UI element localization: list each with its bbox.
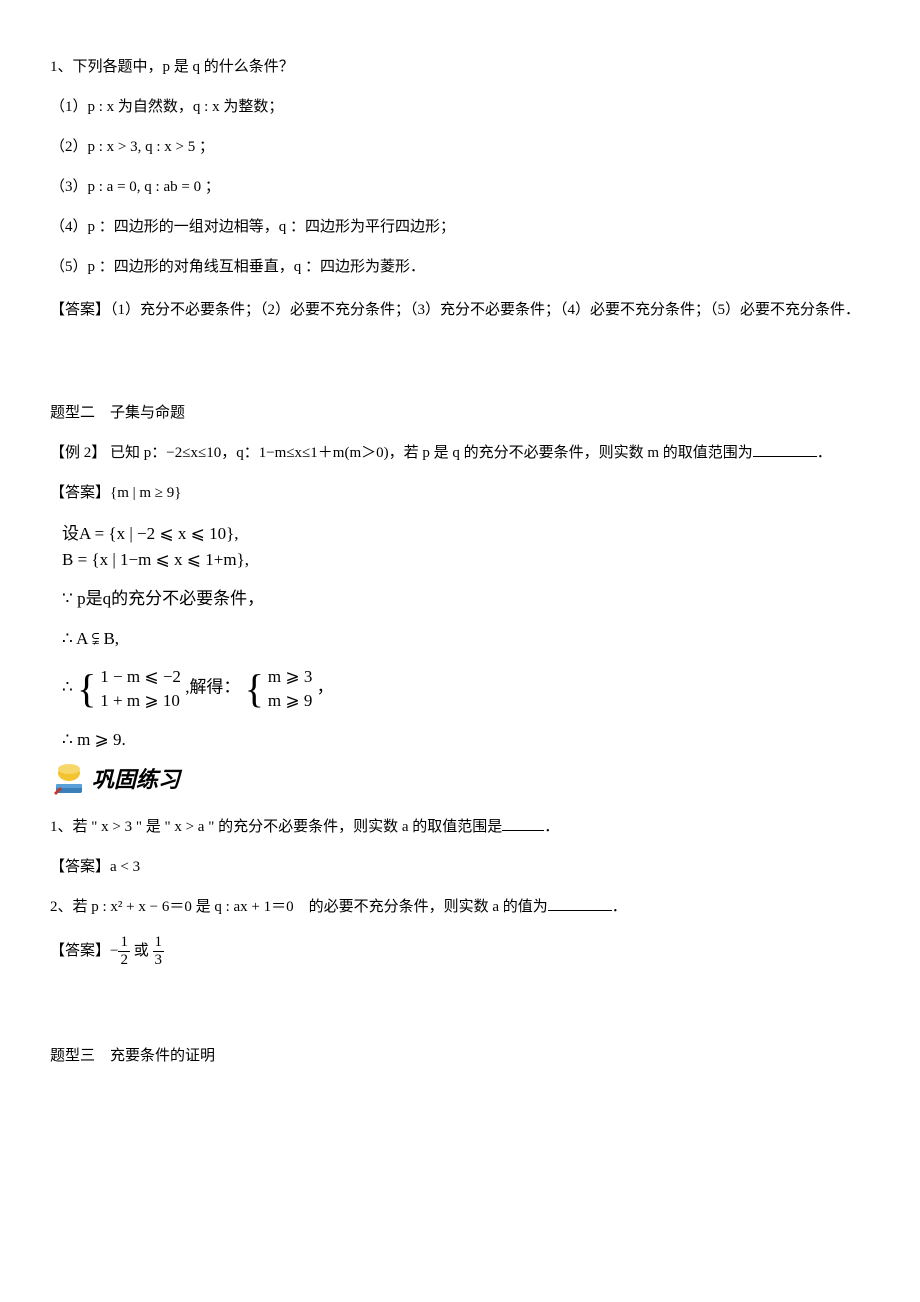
p1-suffix: ． bbox=[544, 819, 559, 835]
ex2-body: 已知 p：−2≤x≤10，q：1−m≤x≤1＋m(m＞0)，若 p 是 q 的充… bbox=[110, 445, 753, 461]
practice-2: 2、若 p : x² + x − 6＝0 是 q : ax + 1＝0 的必要不… bbox=[50, 895, 870, 919]
p1-answer: 【答案】a < 3 bbox=[50, 855, 870, 879]
ex2-suffix: ． bbox=[817, 445, 832, 461]
section3-title: 题型三 充要条件的证明 bbox=[50, 1044, 870, 1068]
q1-opt5: （5）p ：四边形的对角线互相垂直，q ：四边形为菱形． bbox=[50, 255, 870, 279]
q1-opt1: （1）p : x 为自然数，q : x 为整数； bbox=[50, 95, 870, 119]
solution-step-1: 设A = {x | −2 ⩽ x ⩽ 10}, B = {x | 1−m ⩽ x… bbox=[62, 521, 870, 572]
answer-label: 【答案】 bbox=[50, 943, 110, 959]
frac1-den: 2 bbox=[118, 951, 130, 968]
solution-step-3: ∴ A ⫋ B, bbox=[62, 626, 870, 652]
p2-suffix: ． bbox=[612, 899, 627, 915]
practice-1: 1、若 " x > 3 " 是 " x > a " 的充分不必要条件，则实数 a… bbox=[50, 815, 870, 839]
fraction-1: 12 bbox=[118, 935, 130, 968]
p2-neg: − bbox=[110, 943, 118, 959]
solution-step-5: ∴ m ⩾ 9. bbox=[62, 727, 870, 753]
answer-label: 【答案】 bbox=[50, 485, 110, 501]
sol4-mid: ,解得： bbox=[185, 678, 240, 697]
solution-step-4: ∴ { 1 − m ⩽ −2 1 + m ⩾ 10 ,解得： { m ⩾ 3 m… bbox=[62, 665, 870, 713]
p1-body: 1、若 " x > 3 " 是 " x > a " 的充分不必要条件，则实数 a… bbox=[50, 819, 502, 835]
p2-mid: 或 bbox=[130, 943, 153, 959]
sys-row-2: 1 + m ⩾ 10 bbox=[100, 689, 181, 713]
frac2-num: 1 bbox=[153, 935, 165, 951]
solution-step-2: ∵ p是q的充分不必要条件， bbox=[62, 586, 870, 612]
sol-line-1a: 设A = {x | −2 ⩽ x ⩽ 10}, bbox=[62, 521, 870, 547]
q1-opt3: （3）p : a = 0, q : ab = 0 ； bbox=[50, 175, 870, 199]
brace-icon: { bbox=[77, 669, 96, 709]
frac1-num: 1 bbox=[118, 935, 130, 951]
section2-title: 题型二 子集与命题 bbox=[50, 401, 870, 425]
ex2-label: 【例 2】 bbox=[50, 445, 106, 461]
blank-field bbox=[753, 442, 817, 457]
sys-row-3: m ⩾ 3 bbox=[268, 665, 312, 689]
sol-line-1b: B = {x | 1−m ⩽ x ⩽ 1+m}, bbox=[62, 547, 870, 573]
example-2: 【例 2】 已知 p：−2≤x≤10，q：1−m≤x≤1＋m(m＞0)，若 p … bbox=[50, 441, 870, 465]
sol4-suffix: ， bbox=[317, 678, 334, 697]
practice-header: 巩固练习 bbox=[50, 762, 870, 797]
p1-answer-value: a < 3 bbox=[110, 859, 140, 875]
practice-icon bbox=[50, 763, 88, 797]
sol4-prefix: ∴ bbox=[62, 678, 73, 697]
answer-value: {m | m ≥ 9} bbox=[110, 485, 181, 501]
sys-row-1: 1 − m ⩽ −2 bbox=[100, 665, 181, 689]
sys-row-4: m ⩾ 9 bbox=[268, 689, 312, 713]
practice-title: 巩固练习 bbox=[92, 762, 180, 797]
q1-opt4: （4）p ：四边形的一组对边相等，q ：四边形为平行四边形； bbox=[50, 215, 870, 239]
answer-label: 【答案】 bbox=[50, 859, 110, 875]
p2-answer: 【答案】−12 或 13 bbox=[50, 935, 870, 968]
frac2-den: 3 bbox=[153, 951, 165, 968]
p2-body: 2、若 p : x² + x − 6＝0 是 q : ax + 1＝0 的必要不… bbox=[50, 899, 548, 915]
q1-stem: 1、下列各题中，p 是 q 的什么条件？ bbox=[50, 55, 870, 79]
ex2-answer: 【答案】{m | m ≥ 9} bbox=[50, 481, 870, 505]
blank-field bbox=[548, 896, 612, 911]
q1-opt2: （2）p : x > 3, q : x > 5 ； bbox=[50, 135, 870, 159]
q1-answer: 【答案】（1）充分不必要条件；（2）必要不充分条件；（3）充分不必要条件；（4）… bbox=[50, 295, 870, 325]
brace-icon: { bbox=[245, 669, 264, 709]
fraction-2: 13 bbox=[153, 935, 165, 968]
blank-field bbox=[502, 816, 544, 831]
